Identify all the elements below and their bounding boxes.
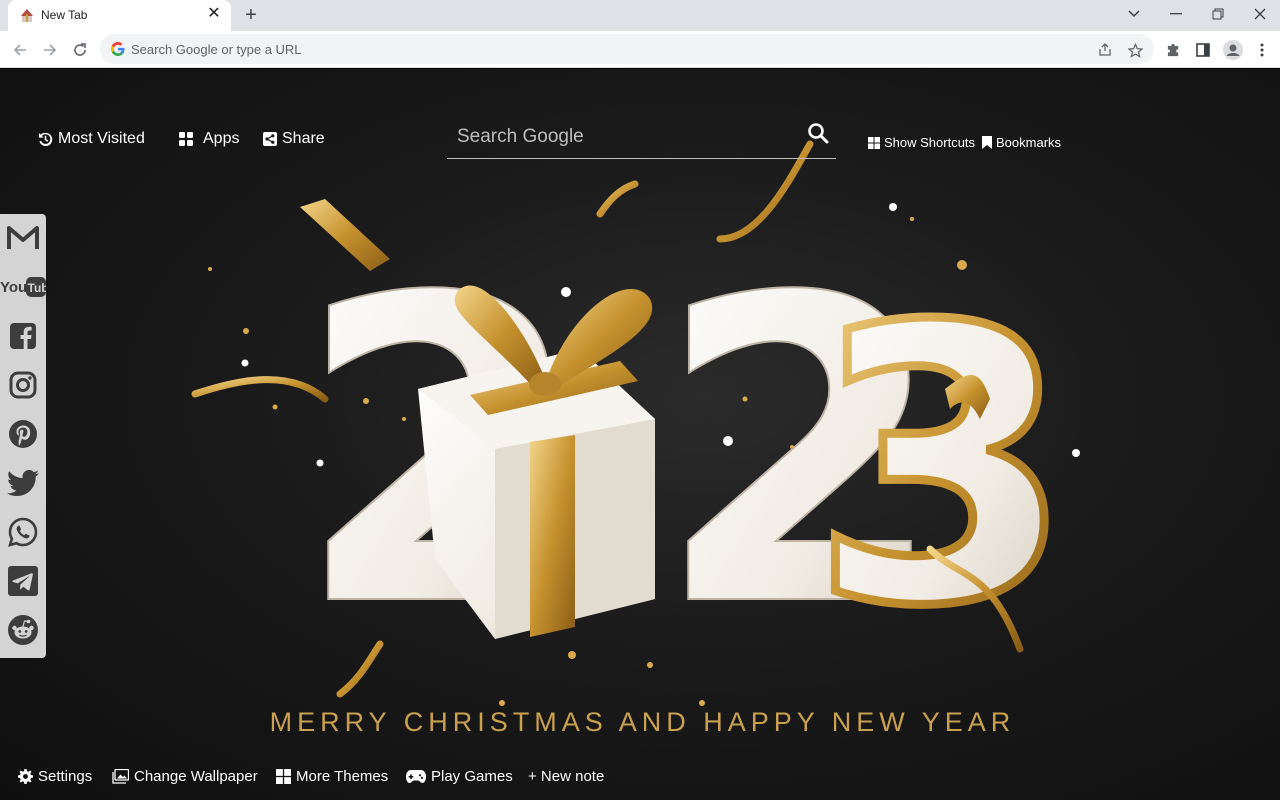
forward-icon[interactable] <box>40 40 60 60</box>
reddit-icon[interactable] <box>5 612 41 648</box>
new-note-label: + New note <box>528 768 605 785</box>
back-icon[interactable] <box>10 40 30 60</box>
menu-kebab-icon[interactable] <box>1252 40 1272 60</box>
more-themes-button[interactable]: More Themes <box>276 768 388 785</box>
search-icon[interactable] <box>806 121 830 145</box>
more-themes-label: More Themes <box>296 768 389 785</box>
gamepad-icon <box>406 770 426 783</box>
tab-title: New Tab <box>41 8 88 22</box>
share-square-icon <box>263 132 277 146</box>
side-panel-icon[interactable] <box>1193 40 1213 60</box>
digit-three: 3 <box>810 246 1074 689</box>
whatsapp-icon[interactable] <box>5 514 41 550</box>
profile-avatar-icon[interactable] <box>1223 40 1243 60</box>
bookmark-icon <box>982 136 992 149</box>
bookmarks-button[interactable]: Bookmarks <box>982 135 1061 150</box>
instagram-icon[interactable] <box>5 367 41 403</box>
apps-grid-icon <box>179 132 193 146</box>
new-year-wallpaper: 2 2 3 <box>191 140 1080 706</box>
tab-new-tab[interactable]: New Tab ✕ <box>8 0 231 31</box>
history-icon <box>38 132 53 146</box>
search-input[interactable] <box>457 121 797 153</box>
new-note-button[interactable]: + New note <box>528 768 604 785</box>
windows-grid-icon <box>868 136 880 149</box>
tab-close-icon[interactable]: ✕ <box>205 5 223 23</box>
play-games-button[interactable]: Play Games <box>406 768 513 785</box>
greeting-text: MERRY CHRISTMAS AND HAPPY NEW YEAR <box>269 707 1016 737</box>
change-wallpaper-button[interactable]: Change Wallpaper <box>112 768 258 785</box>
new-tab-page: 2 2 3 Most Vi <box>0 69 1280 800</box>
tab-favicon-icon <box>21 9 33 22</box>
minimize-icon[interactable] <box>1164 4 1188 24</box>
reload-icon[interactable] <box>70 40 90 60</box>
play-games-label: Play Games <box>431 768 513 785</box>
windows-grid-icon <box>276 769 291 784</box>
new-tab-button[interactable]: + <box>240 4 262 26</box>
most-visited-label: Most Visited <box>58 130 145 147</box>
search-box <box>447 119 836 159</box>
extensions-icon[interactable] <box>1163 40 1183 60</box>
bookmarks-label: Bookmarks <box>996 135 1062 150</box>
close-window-icon[interactable] <box>1248 4 1272 24</box>
address-placeholder: Search Google or type a URL <box>131 42 302 57</box>
youtube-icon[interactable]: You Tube <box>0 269 46 305</box>
images-icon <box>112 769 129 784</box>
show-shortcuts-button[interactable]: Show Shortcuts <box>868 135 975 150</box>
share-label: Share <box>282 130 325 147</box>
show-shortcuts-label: Show Shortcuts <box>884 135 976 150</box>
gear-icon <box>18 769 33 784</box>
svg-text:You: You <box>0 279 27 296</box>
gmail-icon[interactable] <box>5 220 41 256</box>
change-wallpaper-label: Change Wallpaper <box>134 768 258 785</box>
apps-label: Apps <box>203 130 240 147</box>
most-visited-button[interactable]: Most Visited <box>38 130 145 148</box>
share-page-icon[interactable] <box>1096 41 1114 59</box>
google-g-icon <box>111 42 125 56</box>
tab-search-icon[interactable] <box>1122 4 1146 24</box>
svg-text:Tube: Tube <box>28 281 47 295</box>
tab-strip: New Tab ✕ + <box>0 0 1280 31</box>
share-button[interactable]: Share <box>263 130 325 148</box>
bookmark-star-icon[interactable] <box>1126 41 1144 59</box>
social-sidebar: You Tube <box>0 214 46 658</box>
pinterest-icon[interactable] <box>5 416 41 452</box>
restore-icon[interactable] <box>1206 4 1230 24</box>
settings-label: Settings <box>38 768 93 785</box>
twitter-icon[interactable] <box>5 465 41 501</box>
settings-button[interactable]: Settings <box>18 768 92 785</box>
telegram-icon[interactable] <box>5 563 41 599</box>
browser-toolbar: Search Google or type a URL <box>0 31 1280 68</box>
address-bar[interactable]: Search Google or type a URL <box>100 34 1154 64</box>
apps-button[interactable]: Apps <box>178 130 239 148</box>
facebook-icon[interactable] <box>5 318 41 354</box>
